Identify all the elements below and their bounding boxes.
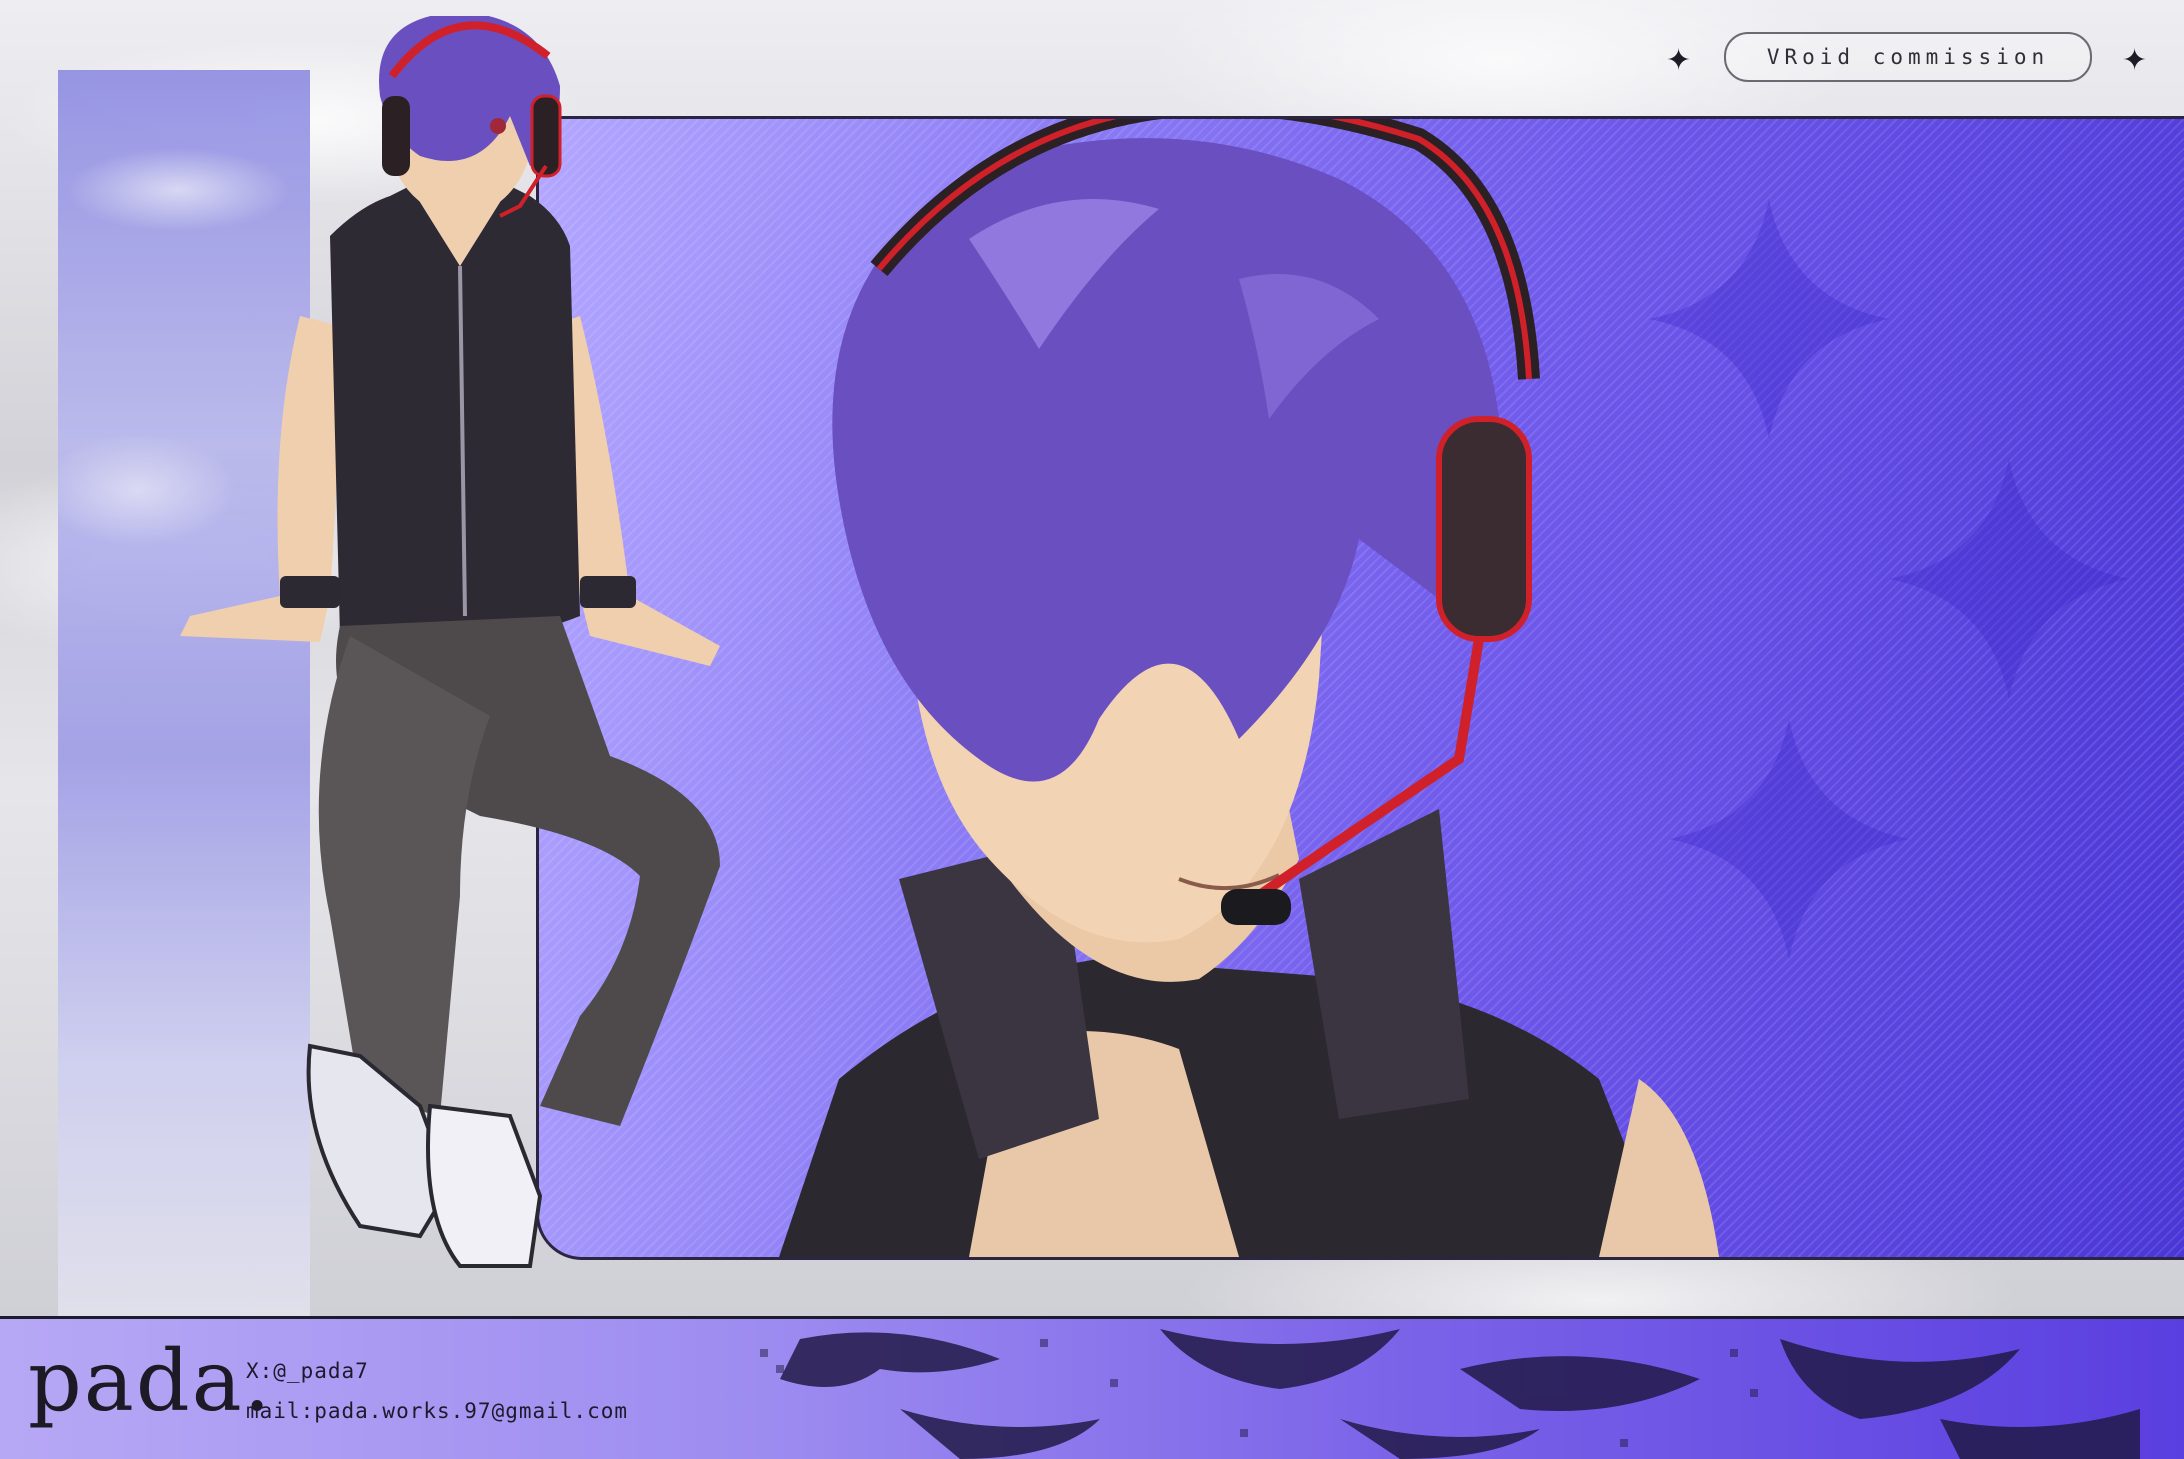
pixel-pattern-decoration (760, 1329, 2140, 1459)
commission-badge-label: VRoid commission (1766, 45, 2050, 69)
brand-logo: pada. (28, 1332, 273, 1430)
left-star-icon: ✦ (1666, 43, 1692, 78)
footer-bar: pada. X:@_pada7 mail:pada.works.97@gmail… (0, 1316, 2184, 1459)
fullbody-character-illustration (180, 16, 720, 1268)
commission-badge: VRoid commission (1724, 32, 2092, 82)
mail-address: mail:pada.works.97@gmail.com (246, 1399, 629, 1423)
x-handle: X:@_pada7 (246, 1359, 369, 1383)
right-star-icon: ✦ (2122, 43, 2148, 78)
